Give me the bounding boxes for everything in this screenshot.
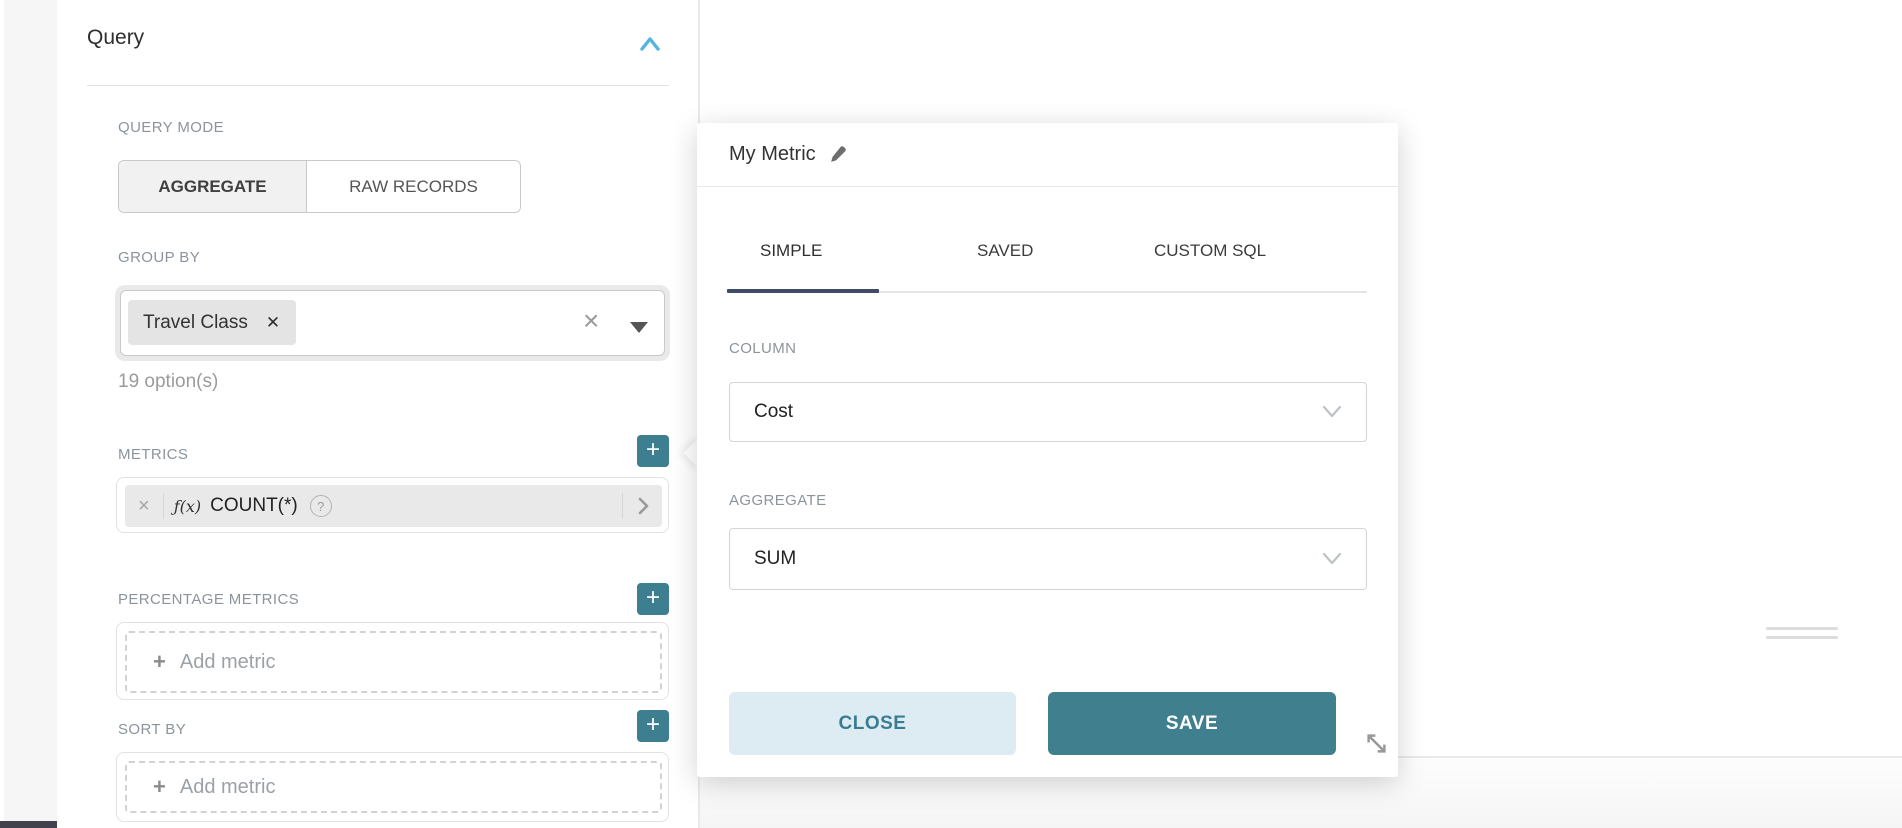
- sort-by-control: + Add metric: [116, 752, 669, 822]
- sort-by-label: SORT BY: [118, 721, 186, 738]
- aggregate-select[interactable]: SUM: [729, 528, 1367, 590]
- add-metric-placeholder: Add metric: [180, 776, 276, 799]
- section-divider: [87, 85, 669, 86]
- left-panel-edge: [4, 0, 57, 828]
- add-percentage-metric-dropzone[interactable]: + Add metric: [125, 631, 662, 693]
- percentage-metrics-control: + Add metric: [116, 622, 669, 700]
- group-by-options-hint: 19 option(s): [118, 371, 218, 393]
- edit-title-pencil-icon[interactable]: [828, 145, 847, 164]
- metric-name: COUNT(*): [210, 495, 298, 517]
- select-chevron: [1320, 403, 1344, 421]
- popover-header: My Metric: [697, 123, 1398, 187]
- remove-tag-icon[interactable]: ✕: [266, 313, 280, 333]
- metric-editor-popover: My Metric SIMPLE SAVED CUSTOM SQL COLUMN…: [697, 123, 1398, 777]
- column-label: COLUMN: [729, 340, 796, 357]
- explore-view: Query QUERY MODE AGGREGATE RAW RECORDS G…: [0, 0, 1902, 828]
- add-sort-by-button[interactable]: +: [637, 710, 669, 742]
- save-button[interactable]: SAVE: [1048, 692, 1336, 755]
- fx-icon: ƒ(x): [174, 497, 201, 516]
- query-section-title: Query: [87, 26, 144, 50]
- splitter-drag-handle[interactable]: [1766, 636, 1838, 639]
- expand-metric-button[interactable]: [623, 495, 662, 517]
- metrics-label: METRICS: [118, 446, 188, 463]
- query-mode-label: QUERY MODE: [118, 119, 224, 136]
- splitter-drag-handle[interactable]: [1766, 627, 1838, 630]
- collapse-section-button[interactable]: [637, 33, 663, 55]
- chevron-down-icon: [1320, 550, 1344, 568]
- dropdown-caret-icon[interactable]: [630, 322, 648, 333]
- tab-custom-sql[interactable]: CUSTOM SQL: [1154, 241, 1266, 261]
- active-tab-underline: [727, 289, 879, 293]
- chevron-up-icon: [637, 33, 663, 55]
- plus-icon: +: [153, 649, 166, 675]
- metric-pill[interactable]: × ƒ(x) COUNT(*) ?: [125, 485, 662, 527]
- group-by-tag: Travel Class ✕: [128, 300, 296, 345]
- metrics-control: × ƒ(x) COUNT(*) ?: [116, 477, 669, 533]
- group-by-label: GROUP BY: [118, 249, 200, 266]
- add-metric-button[interactable]: +: [637, 435, 669, 467]
- remove-metric-icon[interactable]: ×: [125, 495, 163, 518]
- add-percentage-metric-button[interactable]: +: [637, 583, 669, 615]
- column-select[interactable]: Cost: [729, 382, 1367, 442]
- query-mode-toggle: AGGREGATE RAW RECORDS: [118, 160, 521, 213]
- query-mode-aggregate[interactable]: AGGREGATE: [119, 161, 307, 212]
- add-metric-placeholder: Add metric: [180, 651, 276, 674]
- chevron-down-icon: [1320, 403, 1344, 421]
- group-by-tag-label: Travel Class: [143, 312, 248, 334]
- percentage-metrics-label: PERCENTAGE METRICS: [118, 591, 299, 608]
- close-button[interactable]: CLOSE: [729, 692, 1016, 755]
- add-sort-by-dropzone[interactable]: + Add metric: [125, 761, 662, 813]
- query-mode-raw-records[interactable]: RAW RECORDS: [307, 161, 520, 212]
- popover-title: My Metric: [729, 143, 816, 166]
- aggregate-label: AGGREGATE: [729, 492, 827, 509]
- chart-footer-divider: [1398, 756, 1902, 758]
- help-icon: ?: [310, 495, 332, 517]
- resize-popover-icon[interactable]: [1363, 730, 1390, 757]
- clear-select-icon[interactable]: ×: [583, 307, 599, 335]
- chevron-right-icon: [632, 495, 654, 517]
- select-chevron: [1320, 550, 1344, 568]
- tab-simple[interactable]: SIMPLE: [760, 241, 822, 261]
- tab-saved[interactable]: SAVED: [977, 241, 1033, 261]
- plus-icon: +: [153, 774, 166, 800]
- pill-divider: [163, 493, 164, 519]
- left-panel-edge-footer: [0, 821, 57, 828]
- column-select-value: Cost: [754, 401, 793, 423]
- aggregate-select-value: SUM: [754, 548, 796, 570]
